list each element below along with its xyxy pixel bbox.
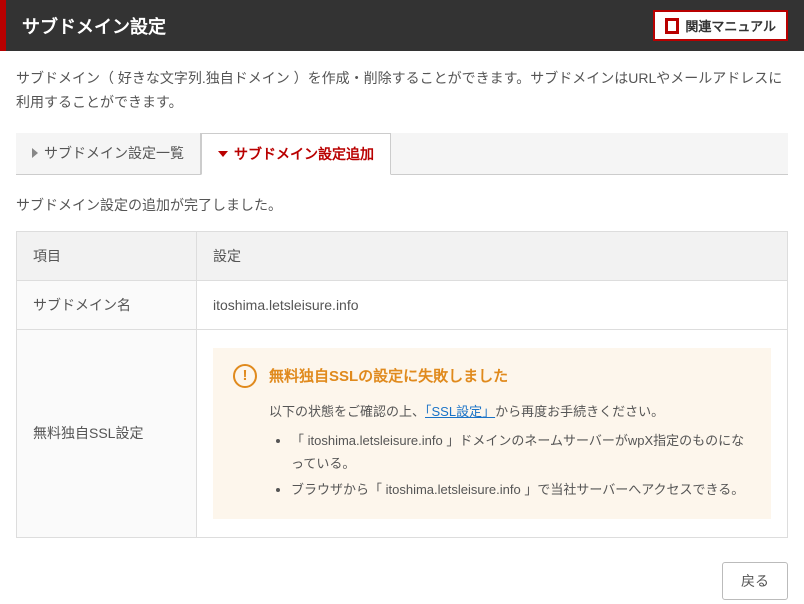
row-label-ssl: 無料独自SSL設定 [17, 329, 197, 538]
tab-label: サブドメイン設定追加 [234, 144, 374, 164]
manual-button-label: 関連マニュアル [685, 16, 776, 35]
settings-table: 項目 設定 サブドメイン名 itoshima.letsleisure.info … [16, 231, 788, 539]
ssl-alert: ! 無料独自SSLの設定に失敗しました 以下の状態をご確認の上、「SSL設定」か… [213, 348, 771, 520]
tab-subdomain-add[interactable]: サブドメイン設定追加 [201, 133, 391, 175]
related-manual-button[interactable]: 関連マニュアル [653, 10, 788, 41]
table-row: 無料独自SSL設定 ! 無料独自SSLの設定に失敗しました 以下の状態をご確認の… [17, 329, 788, 538]
exclamation-icon: ! [233, 364, 257, 388]
tabs: サブドメイン設定一覧 サブドメイン設定追加 [16, 133, 788, 175]
tab-label: サブドメイン設定一覧 [44, 143, 184, 163]
chevron-down-icon [218, 151, 228, 157]
alert-title-row: ! 無料独自SSLの設定に失敗しました [233, 364, 751, 388]
list-item: ブラウザから「 itoshima.letsleisure.info 」で当社サー… [291, 478, 751, 501]
table-row: サブドメイン名 itoshima.letsleisure.info [17, 280, 788, 329]
status-message: サブドメイン設定の追加が完了しました。 [16, 195, 788, 215]
back-button[interactable]: 戻る [722, 562, 788, 600]
chevron-right-icon [32, 148, 38, 158]
page-title: サブドメイン設定 [22, 13, 166, 39]
manual-icon [665, 18, 679, 34]
page-description: サブドメイン（ 好きな文字列.独自ドメイン ）を作成・削除することができます。サ… [16, 67, 788, 115]
page-header: サブドメイン設定 関連マニュアル [0, 0, 804, 51]
alert-lead-pre: 以下の状態をご確認の上、 [269, 404, 425, 419]
tab-subdomain-list[interactable]: サブドメイン設定一覧 [16, 133, 201, 174]
table-header-row: 項目 設定 [17, 231, 788, 280]
alert-lead-post: から再度お手続きください。 [495, 404, 664, 419]
col-setting: 設定 [197, 231, 788, 280]
row-value-ssl: ! 無料独自SSLの設定に失敗しました 以下の状態をご確認の上、「SSL設定」か… [197, 329, 788, 538]
ssl-settings-link[interactable]: 「SSL設定」 [425, 404, 495, 419]
row-value-subdomain: itoshima.letsleisure.info [197, 280, 788, 329]
row-label-subdomain: サブドメイン名 [17, 280, 197, 329]
alert-title-text: 無料独自SSLの設定に失敗しました [269, 365, 508, 386]
alert-body: 以下の状態をご確認の上、「SSL設定」から再度お手続きください。 「 itosh… [233, 400, 751, 502]
content-area: サブドメイン（ 好きな文字列.独自ドメイン ）を作成・削除することができます。サ… [0, 51, 804, 550]
col-item: 項目 [17, 231, 197, 280]
alert-list: 「 itoshima.letsleisure.info 」ドメインのネームサーバ… [269, 429, 751, 501]
list-item: 「 itoshima.letsleisure.info 」ドメインのネームサーバ… [291, 429, 751, 476]
footer: 戻る [0, 550, 804, 600]
